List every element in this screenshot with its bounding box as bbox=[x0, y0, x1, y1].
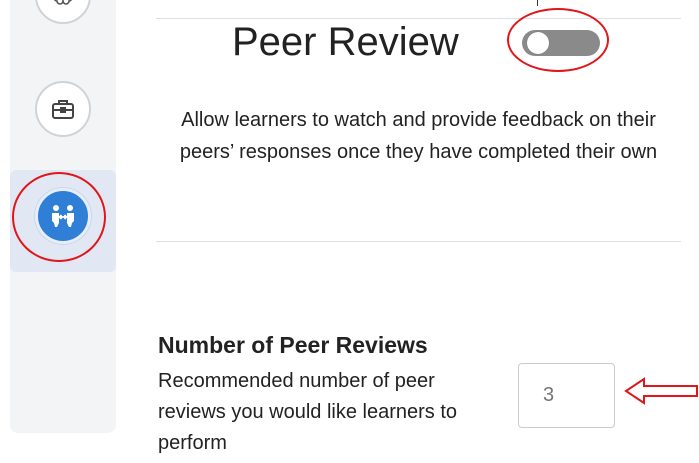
sidebar-item-briefcase[interactable] bbox=[35, 81, 91, 137]
peer-count-input[interactable] bbox=[518, 363, 615, 428]
annotation-circle-toggle bbox=[507, 8, 609, 72]
peer-count-description: Recommended number of peer reviews you w… bbox=[158, 370, 458, 454]
peer-review-description: Allow learners to watch and provide feed… bbox=[179, 109, 658, 163]
settings-page: Peer Review Allow learners to watch and … bbox=[0, 0, 699, 463]
annotation-circle-sidebar bbox=[12, 172, 106, 262]
divider bbox=[156, 241, 681, 242]
peer-count-heading: Number of Peer Reviews bbox=[158, 332, 428, 358]
brain-icon bbox=[54, 0, 72, 5]
peer-review-title: Peer Review bbox=[232, 20, 459, 64]
briefcase-icon bbox=[52, 100, 74, 119]
divider-tick bbox=[537, 0, 538, 6]
annotation-arrow-icon bbox=[624, 377, 698, 405]
sidebar-item-brain[interactable] bbox=[35, 0, 91, 24]
